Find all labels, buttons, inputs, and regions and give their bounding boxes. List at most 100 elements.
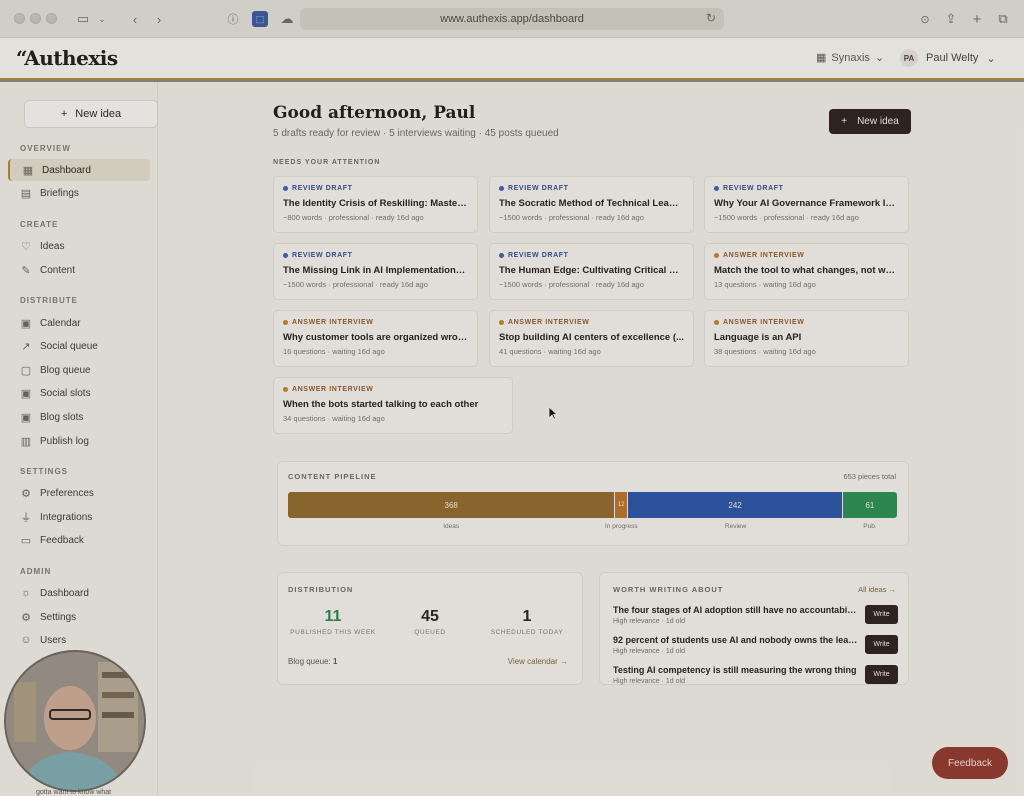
sidebar-item-publish-log[interactable]: ▥ Publish log — [8, 430, 150, 452]
idea-meta: High relevance · 1d old — [613, 648, 685, 655]
minimize-window-button[interactable] — [30, 13, 41, 24]
attention-card[interactable]: REVIEW DRAFT The Missing Link in AI Impl… — [273, 243, 478, 300]
feedback-floating-button[interactable]: Feedback — [932, 747, 1008, 779]
sidebar-toggle-icon[interactable]: ▭ — [72, 9, 94, 29]
sidebar-item-blog-queue[interactable]: ▢ Blog queue — [8, 359, 150, 381]
attention-card[interactable]: ANSWER INTERVIEW When the bots started t… — [273, 377, 513, 434]
status-dot-icon — [499, 186, 504, 191]
sidebar-item-users[interactable]: ☺ Users — [8, 629, 150, 651]
reload-icon[interactable]: ↻ — [706, 11, 716, 25]
pipeline-segment-review[interactable]: 242 — [628, 492, 843, 518]
new-tab-icon[interactable]: + — [968, 9, 986, 29]
card-title: The Identity Crisis of Reskilling: Maste… — [283, 198, 468, 209]
attention-card[interactable]: ANSWER INTERVIEW Why customer tools are … — [273, 310, 478, 367]
idea-title[interactable]: The four stages of AI adoption still hav… — [613, 605, 858, 615]
edit-icon: ✎ — [21, 264, 31, 277]
sidebar-item-social-slots[interactable]: ▣ Social slots — [8, 382, 150, 404]
card-meta: ~1500 words · professional · ready 16d a… — [499, 280, 644, 289]
sidebar-item-content[interactable]: ✎ Content — [8, 259, 150, 281]
card-meta: 38 questions · waiting 16d ago — [714, 347, 816, 356]
attention-card[interactable]: REVIEW DRAFT The Socratic Method of Tech… — [489, 176, 694, 233]
attention-card[interactable]: ANSWER INTERVIEW Match the tool to what … — [704, 243, 909, 300]
url-text: www.authexis.app/dashboard — [440, 13, 584, 25]
section-overview: OVERVIEW — [20, 144, 71, 153]
stat-scheduled: 1 SCHEDULED TODAY — [490, 608, 564, 636]
calendar-icon: ▣ — [20, 411, 32, 424]
sidebar-item-dashboard[interactable]: ▦ Dashboard — [8, 159, 150, 181]
sidebar-item-admin-settings[interactable]: ⚙ Settings — [8, 606, 150, 628]
lightbulb-icon: ♡ — [21, 240, 31, 253]
sidebar-item-feedback[interactable]: ▭ Feedback — [8, 529, 150, 551]
trend-icon: ↗ — [21, 340, 31, 353]
all-ideas-link[interactable]: All ideas → — [858, 585, 896, 594]
status-dot-icon — [714, 186, 719, 191]
attention-card[interactable]: REVIEW DRAFT The Identity Crisis of Resk… — [273, 176, 478, 233]
pipeline-total: 653 pieces total — [843, 472, 896, 481]
pipeline-title: CONTENT PIPELINE — [288, 472, 377, 481]
card-title: Why customer tools are organized wrong — [283, 332, 468, 343]
webcam-bubble[interactable] — [4, 650, 146, 792]
idea-meta: High relevance · 1d old — [613, 618, 685, 625]
privacy-icon[interactable]: ⓘ — [224, 9, 242, 29]
idea-title[interactable]: Testing AI competency is still measuring… — [613, 665, 858, 675]
view-calendar-link[interactable]: View calendar → — [508, 657, 568, 666]
avatar: PA — [900, 49, 918, 67]
card-meta: ~1500 words · professional · ready 16d a… — [499, 213, 644, 222]
section-create: CREATE — [20, 220, 59, 229]
chevron-down-icon[interactable]: ⌄ — [96, 9, 108, 29]
content-pipeline-panel: CONTENT PIPELINE 653 pieces total 368 12 2… — [277, 461, 909, 546]
page-subtitle: 5 drafts ready for review · 5 interviews… — [273, 128, 559, 139]
sidebar-item-briefings[interactable]: ▤ Briefings — [8, 182, 150, 204]
attention-card[interactable]: REVIEW DRAFT Why Your AI Governance Fram… — [704, 176, 909, 233]
sidebar-item-social-queue[interactable]: ↗ Social queue — [8, 335, 150, 357]
close-window-button[interactable] — [14, 13, 25, 24]
sidebar-item-preferences[interactable]: ⚙ Preferences — [8, 482, 150, 504]
extension-icon[interactable]: ⬚ — [252, 11, 268, 27]
main-content: Good afternoon, Paul 5 drafts ready for … — [158, 82, 1024, 796]
card-title: The Missing Link in AI Implementation: .… — [283, 265, 468, 276]
pipeline-segment-prog[interactable]: 12 — [614, 492, 629, 518]
user-name: Paul Welty — [926, 52, 979, 64]
pipeline-label-prog: In progress — [605, 523, 638, 530]
card-meta: ~1500 words · professional · ready 16d a… — [714, 213, 859, 222]
section-settings: SETTINGS — [20, 467, 69, 476]
attention-card[interactable]: REVIEW DRAFT The Human Edge: Cultivating… — [489, 243, 694, 300]
sidebar-item-calendar[interactable]: ▣ Calendar — [8, 312, 150, 334]
write-button[interactable]: Write — [865, 665, 898, 684]
worth-writing-title: WORTH WRITING ABOUT — [613, 585, 724, 594]
forward-icon[interactable]: › — [150, 9, 168, 29]
tab-overview-icon[interactable]: ⧉ — [994, 9, 1012, 29]
pipeline-label-review: Review — [724, 523, 747, 530]
pipeline-segment-ideas[interactable]: 368 — [288, 492, 615, 518]
sidebar-item-blog-slots[interactable]: ▣ Blog slots — [8, 406, 150, 428]
plus-icon: + — [60, 108, 68, 120]
idea-meta: High relevance · 1d old — [613, 678, 685, 685]
write-button[interactable]: Write — [865, 605, 898, 624]
idea-title[interactable]: 92 percent of students use AI and nobody… — [613, 635, 858, 645]
sidebar-item-admin-dashboard[interactable]: ☼ Dashboard — [8, 582, 150, 604]
attention-card[interactable]: ANSWER INTERVIEW Language is an API 38 q… — [704, 310, 909, 367]
sidebar-item-ideas[interactable]: ♡ Ideas — [8, 235, 150, 257]
address-bar[interactable]: www.authexis.app/dashboard ↻ — [300, 8, 724, 30]
write-button[interactable]: Write — [865, 635, 898, 654]
plus-icon: + — [841, 116, 848, 127]
attention-card[interactable]: ANSWER INTERVIEW Stop building AI center… — [489, 310, 694, 367]
share-icon[interactable]: ⇪ — [942, 9, 960, 29]
card-title: Language is an API — [714, 332, 802, 343]
downloads-icon[interactable]: ⊙ — [916, 9, 934, 29]
calendar-icon: ▣ — [20, 387, 32, 400]
sidebar-new-idea-button[interactable]: + New idea — [24, 100, 158, 128]
authexis-logo[interactable]: “Authexis — [16, 46, 118, 70]
chevron-down-icon: ⌄ — [986, 52, 996, 65]
sidebar-item-integrations[interactable]: ⏚ Integrations — [8, 506, 150, 528]
maximize-window-button[interactable] — [46, 13, 57, 24]
workspace-switcher[interactable]: ▦ Synaxis ⌄ — [816, 51, 884, 65]
attention-heading: NEEDS YOUR ATTENTION — [273, 159, 381, 166]
user-menu[interactable]: PA Paul Welty ⌄ — [900, 49, 996, 67]
cloud-icon[interactable]: ☁ — [278, 9, 296, 29]
pipeline-segment-pub[interactable]: 61 — [842, 492, 897, 518]
idea-row: Testing AI competency is still measuring… — [613, 665, 898, 685]
mouse-pointer-icon — [548, 406, 558, 420]
new-idea-button[interactable]: + New idea — [829, 109, 911, 134]
back-icon[interactable]: ‹ — [126, 9, 144, 29]
